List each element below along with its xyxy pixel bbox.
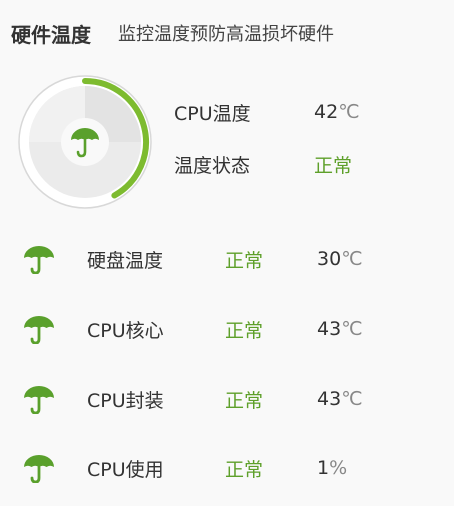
sensor-value: 30℃ [317,248,363,270]
cpu-temperature-value: 42℃ [314,101,360,123]
page-title: 硬件温度 [11,22,91,47]
umbrella-icon [22,244,60,274]
sensor-value-unit: % [329,457,348,479]
sensor-status: 正常 [225,389,264,412]
sensor-value-number: 43 [317,318,342,340]
umbrella-icon [22,314,60,344]
cpu-temperature-gauge [17,74,153,210]
sensor-value-unit: ℃ [341,318,363,340]
sensor-row-disk: 硬盘温度 正常 30℃ [22,244,363,274]
sensor-row-cpu-core: CPU核心 正常 43℃ [22,314,363,344]
sensor-value: 43℃ [317,388,363,410]
sensor-value-unit: ℃ [341,388,363,410]
cpu-temperature-unit: ℃ [338,101,360,123]
cpu-temperature-row: CPU温度 42℃ [174,97,360,127]
sensor-status: 正常 [225,458,264,481]
sensor-row-cpu-usage: CPU使用 正常 1% [22,453,347,483]
cpu-temperature-number: 42 [314,101,339,123]
page-header: 硬件温度 监控温度预防高温损坏硬件 [11,18,451,48]
sensor-status: 正常 [225,319,264,342]
sensor-value-number: 43 [317,388,342,410]
temperature-status-row: 温度状态 正常 [174,149,352,179]
sensor-value-number: 30 [317,248,342,270]
umbrella-icon [22,453,60,483]
sensor-name: CPU封装 [87,389,164,412]
sensor-name: CPU核心 [87,319,164,342]
cpu-temperature-label: CPU温度 [174,102,251,125]
umbrella-icon [22,384,60,414]
temperature-status-value: 正常 [314,154,353,177]
temperature-status-label: 温度状态 [174,154,251,177]
sensor-value-number: 1 [317,457,330,479]
sensor-value-unit: ℃ [341,248,363,270]
page-subtitle: 监控温度预防高温损坏硬件 [118,24,334,45]
sensor-value: 43℃ [317,318,363,340]
sensor-row-cpu-package: CPU封装 正常 43℃ [22,384,363,414]
gauge-graphic [18,75,152,209]
sensor-value: 1% [317,457,347,479]
sensor-name: 硬盘温度 [87,249,164,272]
sensor-name: CPU使用 [87,458,164,481]
sensor-status: 正常 [225,249,264,272]
